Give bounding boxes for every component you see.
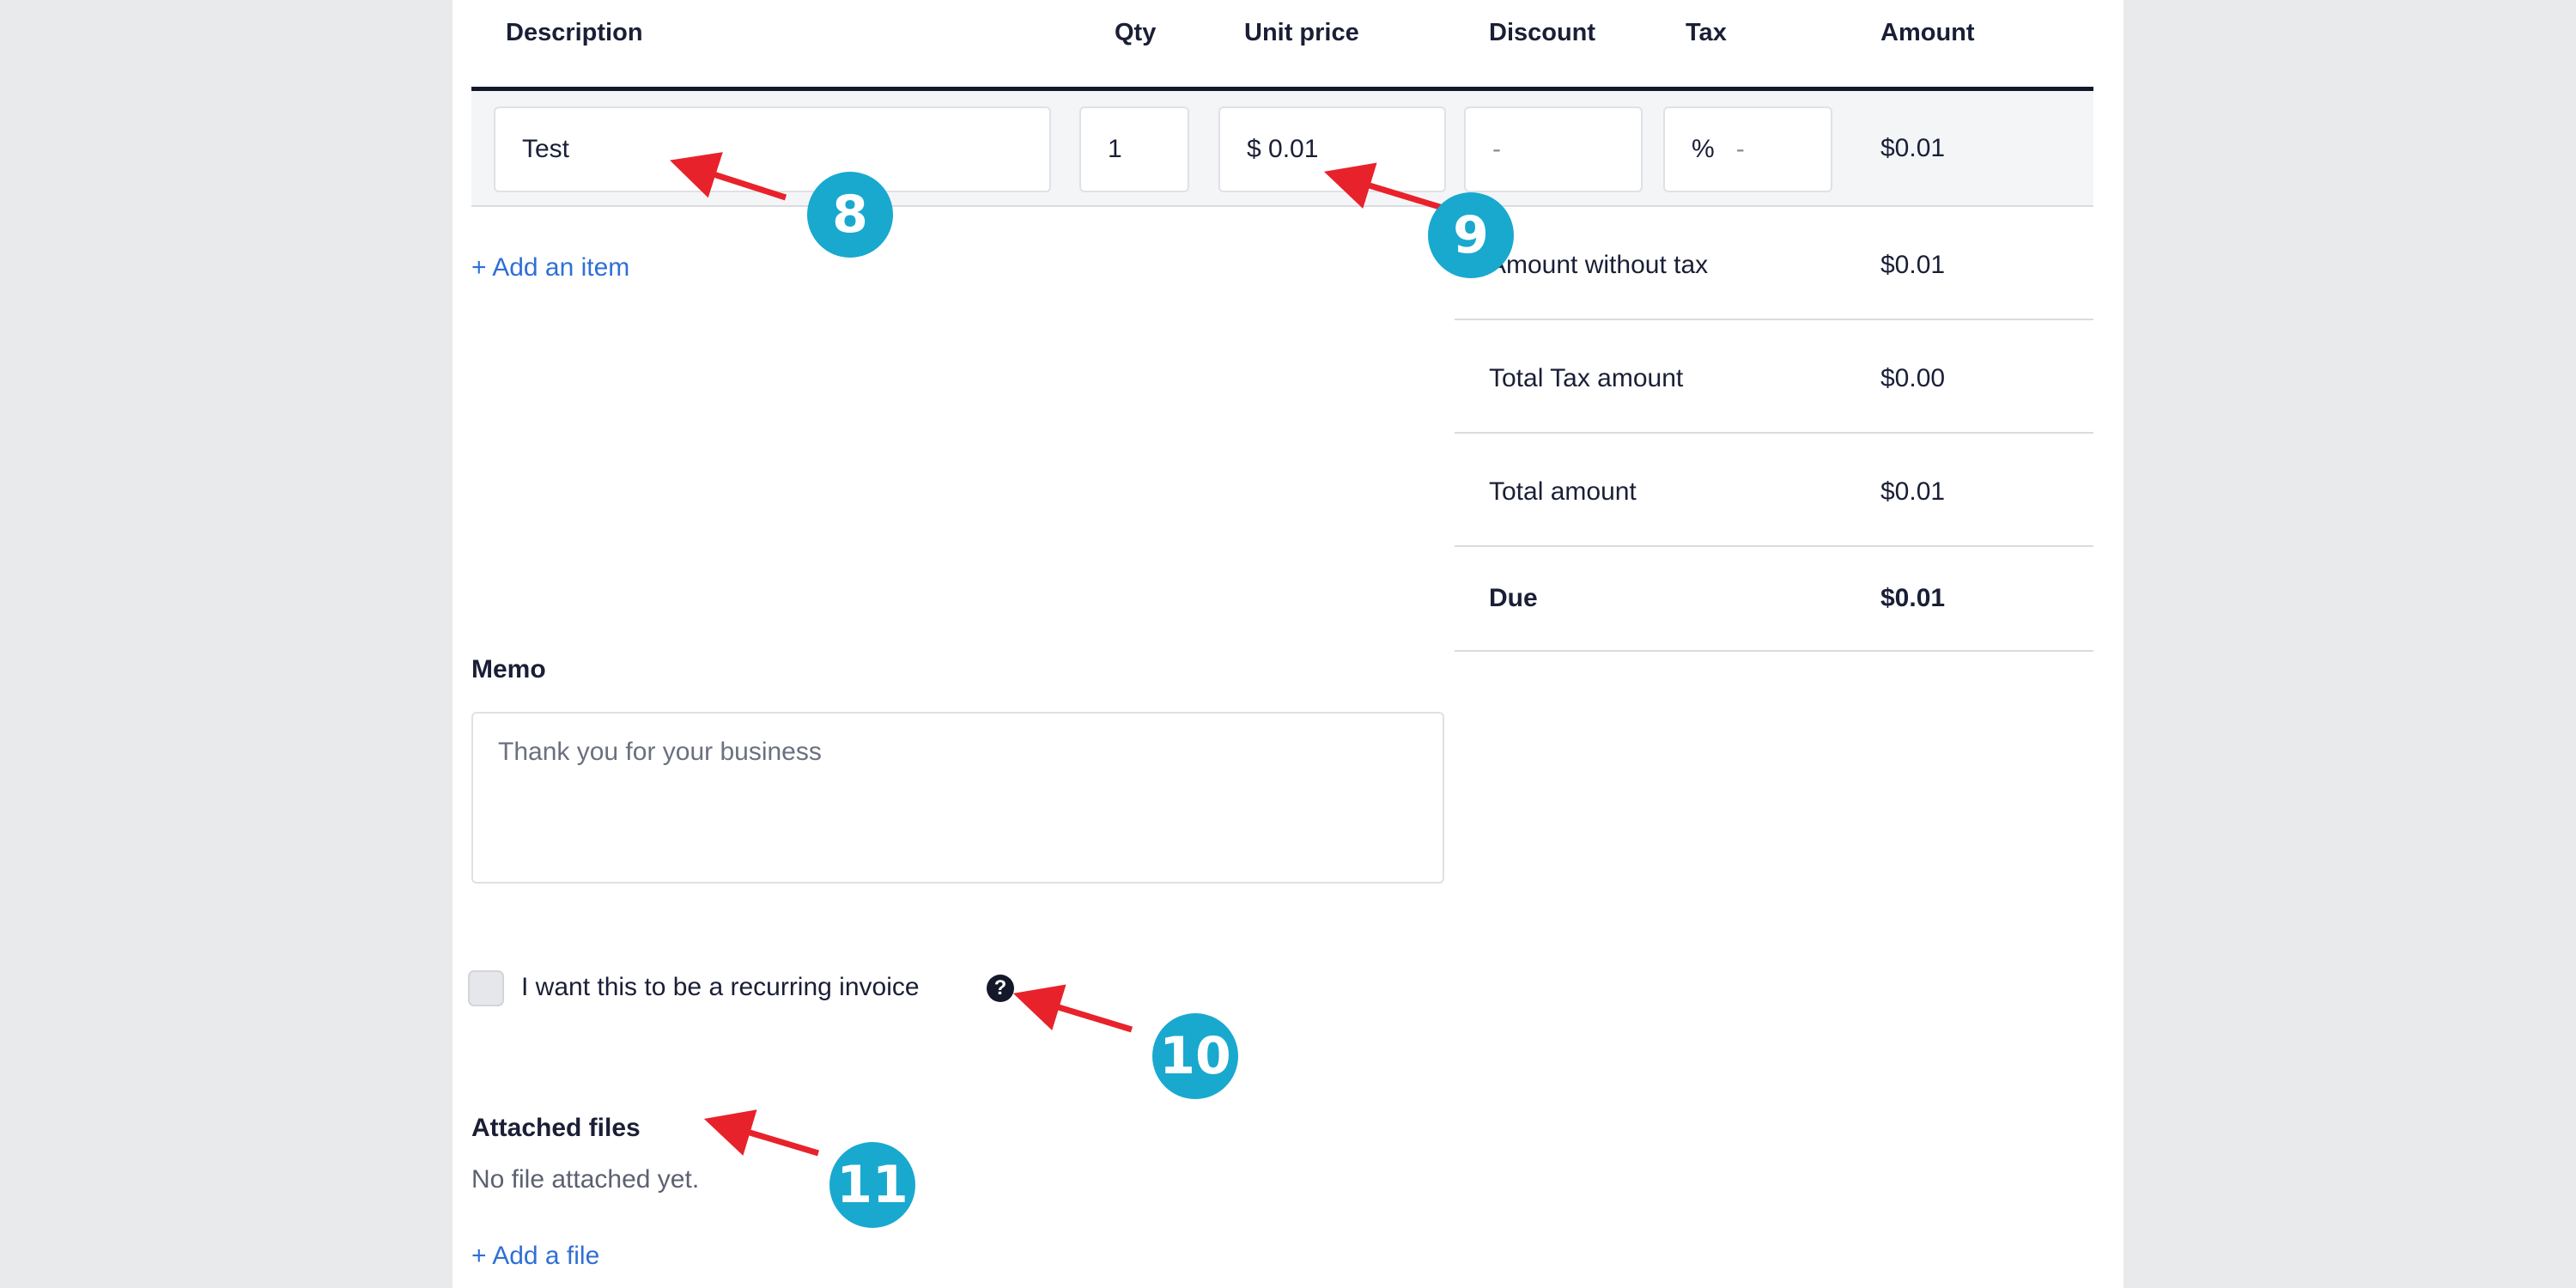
column-header-amount: Amount — [1880, 19, 1975, 46]
tax-percent-prefix: % — [1692, 135, 1715, 163]
add-item-link[interactable]: + Add an item — [471, 253, 629, 283]
annotation-badge-9: 9 — [1428, 192, 1514, 278]
column-header-unit-price: Unit price — [1244, 19, 1359, 46]
total-tax-value: $0.00 — [1880, 364, 1946, 392]
total-amount-value: $0.01 — [1880, 477, 1946, 506]
help-icon[interactable]: ? — [987, 975, 1014, 1002]
column-header-qty: Qty — [1115, 19, 1157, 46]
description-input[interactable]: Test — [494, 106, 1051, 192]
discount-value: - — [1492, 135, 1501, 163]
totals-divider — [1455, 545, 2093, 547]
tax-input[interactable]: % - — [1663, 106, 1832, 192]
row-divider — [471, 205, 2093, 207]
description-value: Test — [522, 135, 570, 163]
column-header-description: Description — [506, 19, 643, 46]
recurring-label: I want this to be a recurring invoice — [521, 973, 920, 1001]
no-file-text: No file attached yet. — [471, 1165, 700, 1194]
annotation-badge-11: 11 — [829, 1142, 915, 1228]
discount-input[interactable]: - — [1464, 106, 1643, 192]
totals-divider — [1455, 650, 2093, 652]
amount-without-tax-value: $0.01 — [1880, 251, 1946, 279]
totals-divider — [1455, 432, 2093, 434]
annotation-badge-8: 8 — [807, 172, 893, 258]
annotation-badge-10: 10 — [1152, 1013, 1238, 1099]
currency-prefix: $ — [1247, 135, 1261, 163]
recurring-checkbox[interactable] — [468, 970, 504, 1006]
unit-price-value: 0.01 — [1268, 135, 1319, 163]
invoice-form: Description Qty Unit price Discount Tax … — [453, 0, 2123, 1288]
tax-value: - — [1735, 135, 1745, 163]
memo-title: Memo — [471, 655, 546, 683]
column-header-discount: Discount — [1489, 19, 1596, 46]
memo-textarea[interactable]: Thank you for your business — [471, 712, 1444, 884]
due-value: $0.01 — [1880, 584, 1946, 612]
totals-divider — [1455, 319, 2093, 320]
memo-placeholder: Thank you for your business — [498, 738, 822, 766]
attached-files-title: Attached files — [471, 1114, 641, 1142]
qty-value: 1 — [1108, 135, 1122, 163]
total-tax-label: Total Tax amount — [1489, 364, 1684, 392]
row-amount: $0.01 — [1880, 134, 1946, 162]
unit-price-input[interactable]: $ 0.01 — [1218, 106, 1446, 192]
total-amount-label: Total amount — [1489, 477, 1637, 506]
amount-without-tax-label: Amount without tax — [1489, 251, 1709, 279]
column-header-tax: Tax — [1686, 19, 1727, 46]
qty-input[interactable]: 1 — [1079, 106, 1189, 192]
add-file-link[interactable]: + Add a file — [471, 1242, 599, 1271]
due-label: Due — [1489, 584, 1538, 612]
